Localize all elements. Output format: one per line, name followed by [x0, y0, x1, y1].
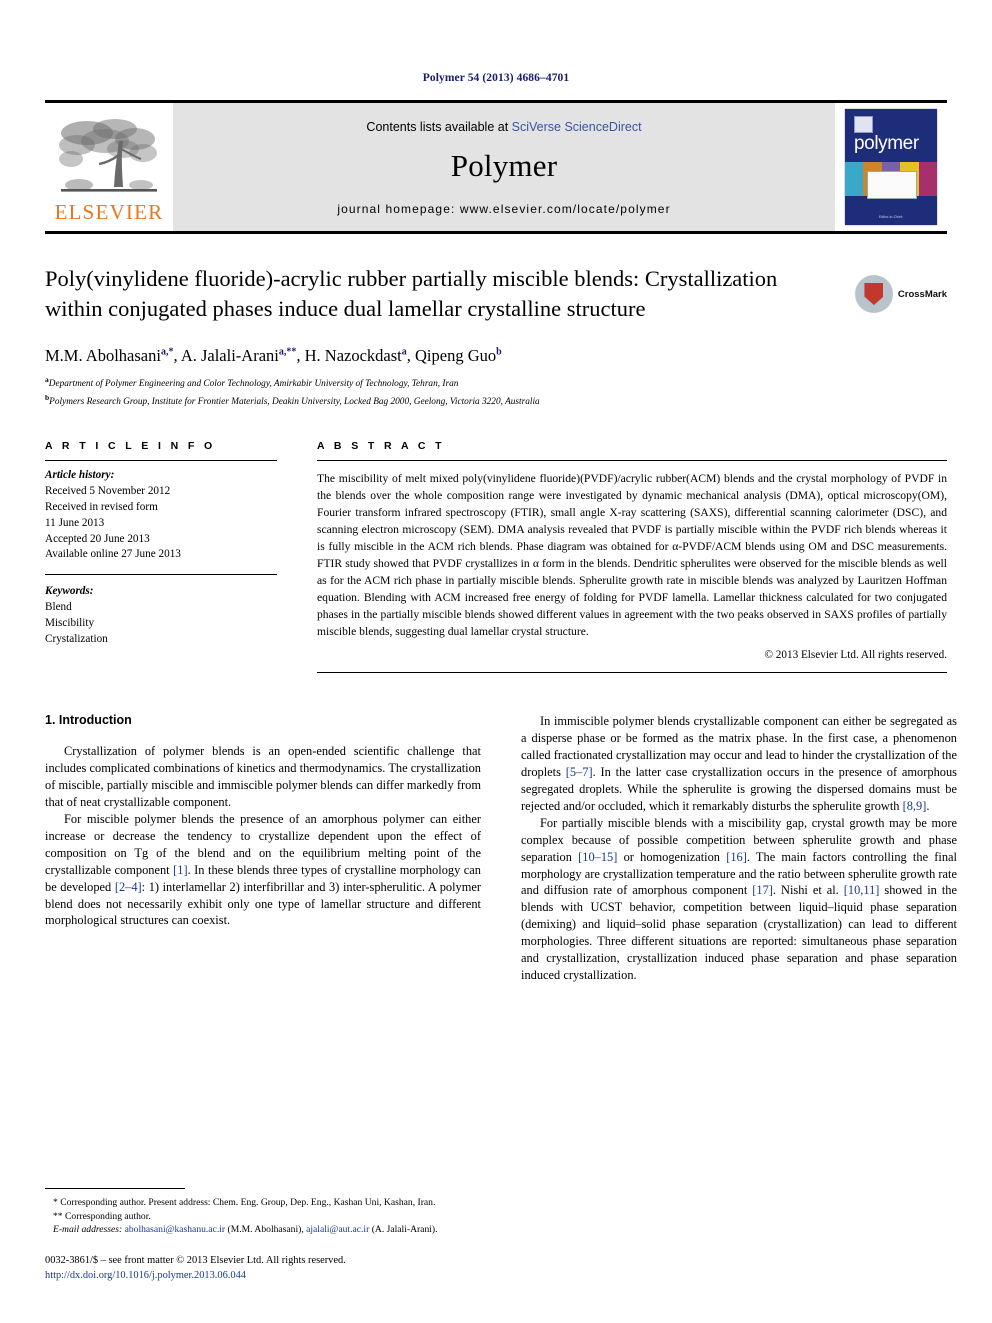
keyword-item: Miscibility	[45, 617, 95, 630]
cover-graph-thumbnail	[867, 171, 917, 199]
author-affil-marker: a,*	[160, 346, 174, 358]
article-page: Polymer 54 (2013) 4686–4701 ELSEVIER Con…	[0, 0, 992, 1323]
history-item: 11 June 2013	[45, 516, 105, 529]
history-item: Received in revised form	[45, 500, 158, 513]
keywords-block: Keywords: Blend Miscibility Crystalizati…	[45, 584, 277, 648]
cover-caption: Editor-in-Chief:	[879, 215, 903, 219]
keyword-item: Blend	[45, 601, 72, 614]
author-affil-marker: a,**	[278, 346, 297, 358]
author-affil-marker: b	[496, 346, 502, 358]
article-info-column: A R T I C L E I N F O Article history: R…	[45, 440, 277, 673]
paragraph: Crystallization of polymer blends is an …	[45, 744, 481, 809]
affiliation-list: aDepartment of Polymer Engineering and C…	[45, 374, 947, 410]
abstract-copyright: © 2013 Elsevier Ltd. All rights reserved…	[764, 649, 948, 662]
email-link-2[interactable]: ajalali@aut.ac.ir	[306, 1224, 369, 1235]
affiliation-text: Department of Polymer Engineering and Co…	[48, 378, 459, 389]
keywords-label: Keywords:	[45, 585, 94, 598]
running-head: Polymer 54 (2013) 4686–4701	[422, 72, 570, 84]
doi-link[interactable]: http://dx.doi.org/10.1016/j.polymer.2013…	[45, 1268, 481, 1283]
affiliation-item: bPolymers Research Group, Institute for …	[45, 392, 947, 410]
email-addresses-note: E-mail addresses: abolhasani@kashanu.ac.…	[45, 1223, 481, 1237]
shield-icon	[864, 283, 884, 305]
author-affil-marker: a	[401, 346, 407, 358]
affiliation-item: aDepartment of Polymer Engineering and C…	[45, 374, 947, 392]
article-title: Poly(vinylidene fluoride)-acrylic rubber…	[45, 266, 778, 321]
divider	[317, 459, 947, 461]
issn-line: 0032-3861/$ – see front matter © 2013 El…	[45, 1254, 346, 1266]
email-owner-1: (M.M. Abolhasani),	[227, 1224, 304, 1236]
article-info-heading: A R T I C L E I N F O	[45, 439, 216, 452]
author-name: Qipeng Guo	[415, 345, 497, 365]
history-item: Accepted 20 June 2013	[45, 532, 150, 545]
divider	[45, 574, 277, 576]
corresponding-author-note-2: ** Corresponding author.	[53, 1210, 151, 1222]
email-owner-2: (A. Jalali-Arani).	[371, 1224, 438, 1236]
body-column-right: In immiscible polymer blends crystalliza…	[521, 713, 957, 984]
sciencedirect-link[interactable]: SciVerse ScienceDirect	[512, 120, 642, 134]
paragraph: In immiscible polymer blends crystalliza…	[521, 714, 957, 813]
affiliation-text: Polymers Research Group, Institute for F…	[49, 396, 540, 407]
article-history-block: Article history: Received 5 November 201…	[45, 468, 277, 563]
crossmark-label: CrossMark	[897, 288, 947, 300]
history-item: Received 5 November 2012	[45, 484, 171, 497]
body-columns: 1. Introduction Crystallization of polym…	[45, 713, 957, 984]
elsevier-tree-icon	[57, 115, 161, 201]
abstract-heading: A B S T R A C T	[317, 439, 445, 452]
author-name: M.M. Abolhasani	[45, 345, 161, 365]
elsevier-wordmark: ELSEVIER	[54, 200, 164, 224]
author-name: A. Jalali-Arani	[180, 345, 279, 365]
info-abstract-row: A R T I C L E I N F O Article history: R…	[45, 439, 948, 674]
paragraph: For partially miscible blends with a mis…	[521, 815, 957, 983]
article-history-label: Article history:	[45, 468, 115, 481]
author-list: M.M. Abolhasania,*, A. Jalali-Arania,**,…	[45, 345, 502, 365]
title-block: Poly(vinylidene fluoride)-acrylic rubber…	[45, 264, 947, 410]
history-item: Available online 27 June 2013	[45, 548, 181, 561]
journal-homepage-link[interactable]: journal homepage: www.elsevier.com/locat…	[337, 202, 670, 216]
body-column-left: 1. Introduction Crystallization of polym…	[45, 713, 481, 984]
author-name: H. Nazockdast	[304, 345, 402, 365]
email-label: E-mail addresses:	[53, 1224, 123, 1236]
journal-title: Polymer	[450, 148, 558, 183]
cover-elsevier-mark-icon	[854, 116, 873, 133]
footnotes-block: * Corresponding author. Present address:…	[45, 1188, 481, 1283]
contents-available-line: Contents lists available at SciVerse Sci…	[366, 120, 641, 134]
cover-image: polymer Editor-in-Chief:	[845, 109, 937, 225]
elsevier-logo: ELSEVIER	[45, 103, 173, 231]
divider	[317, 672, 947, 674]
corresponding-author-note-1: * Corresponding author. Present address:…	[53, 1197, 436, 1209]
issn-footer: 0032-3861/$ – see front matter © 2013 El…	[45, 1253, 481, 1283]
abstract-column: A B S T R A C T The miscibility of melt …	[317, 439, 948, 674]
email-link-1[interactable]: abolhasani@kashanu.ac.ir	[125, 1224, 225, 1235]
divider	[45, 459, 277, 461]
abstract-text: The miscibility of melt mixed poly(vinyl…	[317, 471, 947, 639]
keyword-item: Crystalization	[45, 633, 108, 646]
section-heading-introduction: 1. Introduction	[45, 713, 132, 728]
paragraph: For miscible polymer blends the presence…	[45, 811, 481, 928]
journal-masthead: ELSEVIER Contents lists available at Sci…	[45, 100, 947, 234]
masthead-center: Contents lists available at SciVerse Sci…	[173, 103, 835, 231]
journal-cover-thumbnail[interactable]: polymer Editor-in-Chief:	[835, 103, 947, 231]
footnote-divider	[45, 1188, 185, 1190]
contents-prefix: Contents lists available at	[366, 120, 512, 134]
crossmark-badge[interactable]: CrossMark	[855, 268, 947, 320]
cover-journal-title: polymer	[854, 133, 919, 154]
crossmark-circle-icon	[855, 275, 893, 313]
